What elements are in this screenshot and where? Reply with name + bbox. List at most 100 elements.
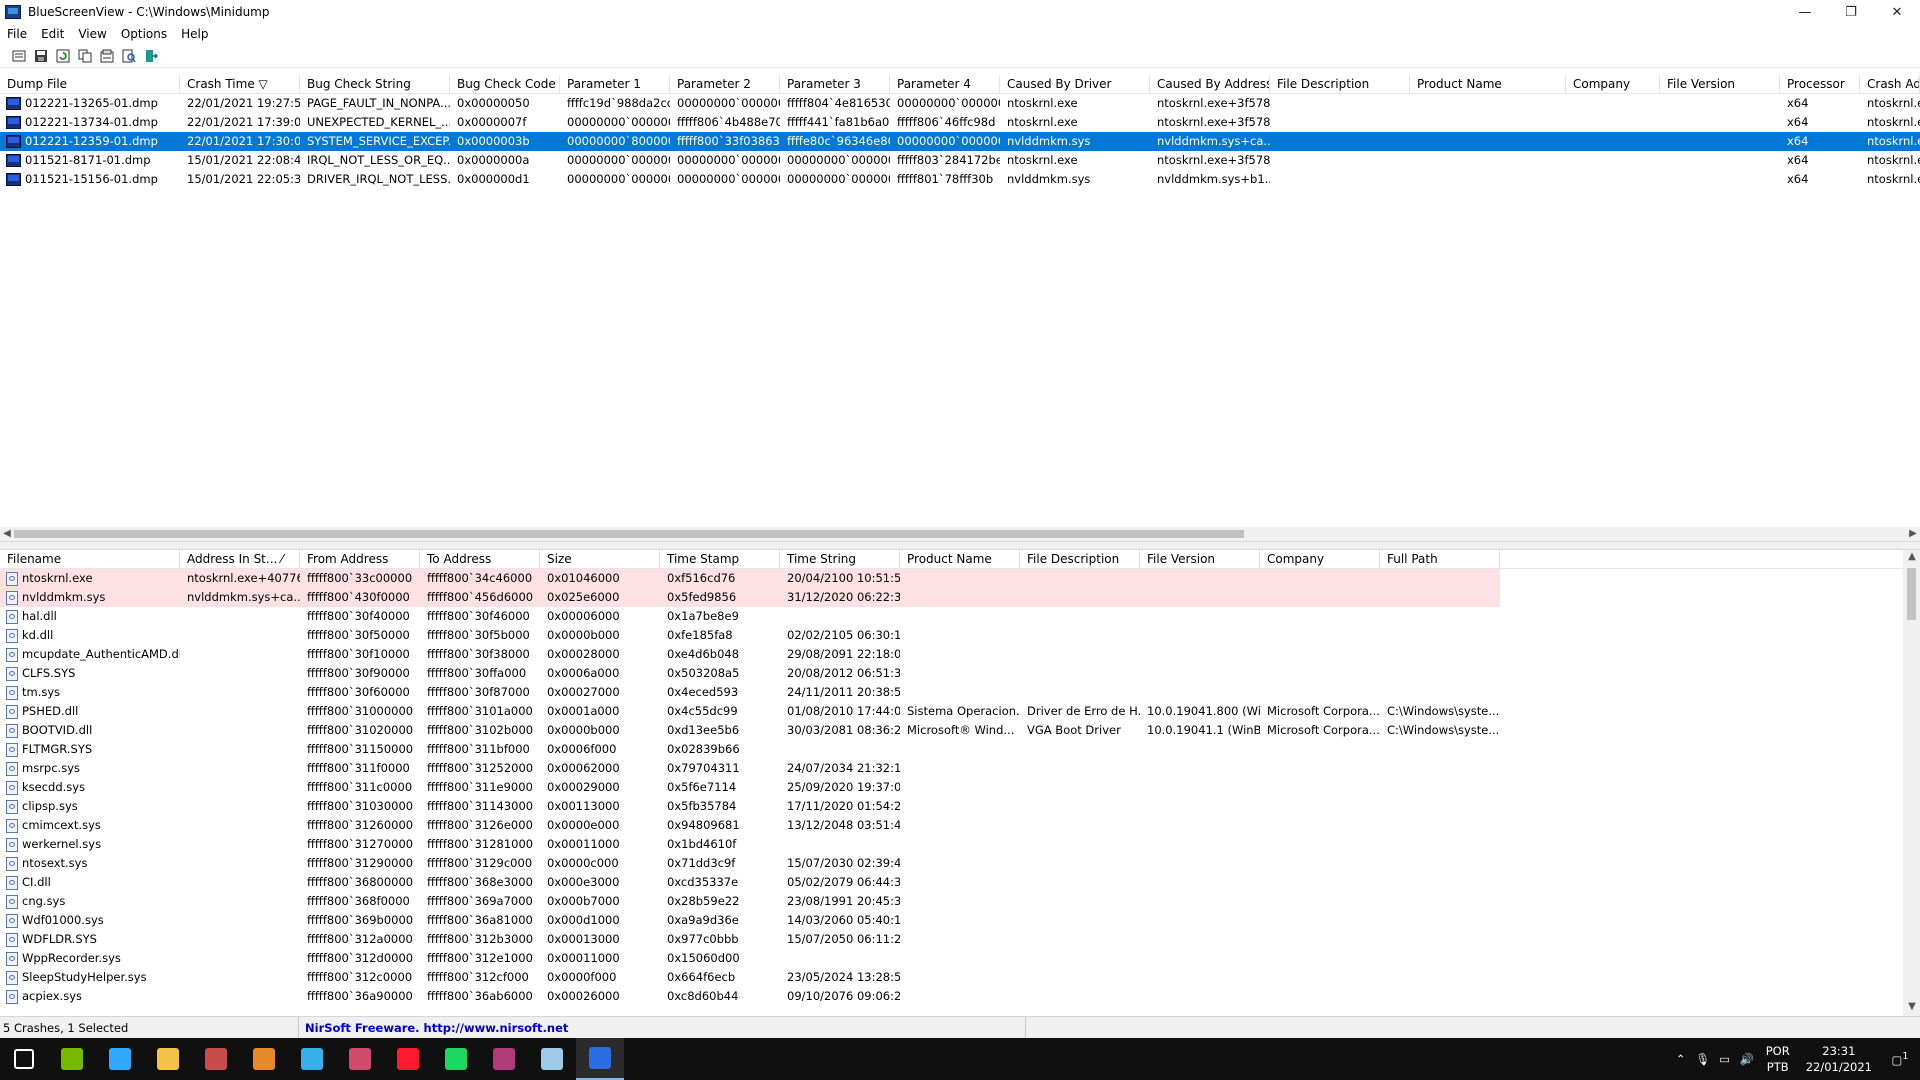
table-row[interactable]: ntoskrnl.exe ntoskrnl.exe+407769 fffff800`… <box>0 569 1920 588</box>
menu-file[interactable]: File <box>0 27 34 41</box>
table-row[interactable]: CLFS.SYS fffff800`30f90000 fffff800`30ffa0… <box>0 664 1920 683</box>
table-row[interactable]: mcupdate_AuthenticAMD.dll fffff800`30f100… <box>0 645 1920 664</box>
clock[interactable]: 23:31 22/01/2021 <box>1798 1043 1880 1075</box>
column-header[interactable]: Company <box>1566 75 1660 93</box>
column-header[interactable]: Caused By Driver <box>1000 75 1150 93</box>
table-row[interactable]: CI.dll fffff800`36800000 fffff800`368e3000… <box>0 873 1920 892</box>
show-hidden-icons-icon[interactable]: ⌃ <box>1670 1052 1692 1066</box>
nirsoft-link[interactable]: NirSoft Freeware. http://www.nirsoft.net <box>298 1017 1026 1039</box>
scroll-down-icon[interactable]: ▼ <box>1905 1000 1919 1014</box>
driver-list[interactable]: Filename Address In St... ⁄ From Address To… <box>0 550 1920 1016</box>
column-header[interactable]: Parameter 1 <box>560 75 670 93</box>
column-header[interactable]: Processor <box>1780 75 1860 93</box>
volume-icon[interactable]: 🔊 <box>1736 1052 1758 1066</box>
column-header[interactable]: Parameter 2 <box>670 75 780 93</box>
table-row[interactable]: acpiex.sys fffff800`36a90000 fffff800`36ab… <box>0 987 1920 1006</box>
scroll-thumb-vertical[interactable] <box>1907 568 1916 620</box>
scroll-thumb[interactable] <box>14 530 1244 538</box>
menu-options[interactable]: Options <box>114 27 174 41</box>
crash-list[interactable]: Dump File Crash Time ▽ Bug Check String Bug… <box>0 75 1920 541</box>
column-header[interactable]: Dump File <box>0 75 180 93</box>
column-header[interactable]: Time Stamp <box>660 550 780 568</box>
app-icon-3[interactable] <box>288 1038 336 1080</box>
column-header[interactable]: Size <box>540 550 660 568</box>
app-icon-1[interactable] <box>192 1038 240 1080</box>
close-button[interactable]: ✕ <box>1874 0 1920 24</box>
spotify-icon[interactable] <box>432 1038 480 1080</box>
column-header[interactable]: File Description <box>1270 75 1410 93</box>
scroll-right-icon[interactable]: ▶ <box>1906 527 1920 541</box>
column-header[interactable]: Parameter 4 <box>890 75 1000 93</box>
winrar-icon[interactable] <box>480 1038 528 1080</box>
nvidia-icon[interactable] <box>48 1038 96 1080</box>
copy-icon[interactable] <box>76 47 94 65</box>
menu-edit[interactable]: Edit <box>34 27 71 41</box>
table-row[interactable]: BOOTVID.dll fffff800`31020000 fffff800`310… <box>0 721 1920 740</box>
column-header[interactable]: Bug Check Code <box>450 75 560 93</box>
crash-list-horizontal-scrollbar[interactable]: ◀ ▶ <box>0 527 1920 541</box>
file-explorer-icon[interactable] <box>144 1038 192 1080</box>
table-row[interactable]: ksecdd.sys fffff800`311c0000 fffff800`311e… <box>0 778 1920 797</box>
column-header[interactable]: Product Name <box>1410 75 1566 93</box>
column-header[interactable]: File Version <box>1140 550 1260 568</box>
column-header[interactable]: Crash Address <box>1860 75 1920 93</box>
table-row[interactable]: 011521-8171-01.dmp 15/01/2021 22:08:41 IRQ… <box>0 151 1920 170</box>
scroll-up-icon[interactable]: ▲ <box>1905 550 1919 564</box>
table-row[interactable]: werkernel.sys fffff800`31270000 fffff800`3… <box>0 835 1920 854</box>
column-header[interactable]: Crash Time ▽ <box>180 75 300 93</box>
table-row[interactable]: hal.dll fffff800`30f40000 fffff800`30f4600… <box>0 607 1920 626</box>
language-indicator[interactable]: POR PTB <box>1758 1043 1798 1075</box>
column-header[interactable]: Bug Check String <box>300 75 450 93</box>
table-row[interactable]: ntosext.sys fffff800`31290000 fffff800`312… <box>0 854 1920 873</box>
table-row[interactable]: FLTMGR.SYS fffff800`31150000 fffff800`311b… <box>0 740 1920 759</box>
table-row[interactable]: nvlddmkm.sys nvlddmkm.sys+ca... fffff800`4… <box>0 588 1920 607</box>
app-icon-2[interactable] <box>240 1038 288 1080</box>
column-header[interactable]: Filename <box>0 550 180 568</box>
column-header[interactable]: Company <box>1260 550 1380 568</box>
refresh-icon[interactable] <box>54 47 72 65</box>
scroll-left-icon[interactable]: ◀ <box>0 527 14 541</box>
html-report-icon[interactable] <box>98 47 116 65</box>
table-row[interactable]: tm.sys fffff800`30f60000 fffff800`30f87000… <box>0 683 1920 702</box>
photoshop-icon[interactable] <box>96 1038 144 1080</box>
table-row[interactable]: 012221-13265-01.dmp 22/01/2021 19:27:58 PA… <box>0 94 1920 113</box>
table-row[interactable]: kd.dll fffff800`30f50000 fffff800`30f5b000… <box>0 626 1920 645</box>
table-row[interactable]: clipsp.sys fffff800`31030000 fffff800`3114… <box>0 797 1920 816</box>
table-row[interactable]: 012221-12359-01.dmp 22/01/2021 17:30:07 SY… <box>0 132 1920 151</box>
app-icon-5[interactable] <box>528 1038 576 1080</box>
table-row[interactable]: SleepStudyHelper.sys fffff800`312c0000 fff… <box>0 968 1920 987</box>
driver-list-vertical-scrollbar[interactable]: ▲ ▼ <box>1903 550 1920 1016</box>
table-row[interactable]: msrpc.sys fffff800`311f0000 fffff800`31252… <box>0 759 1920 778</box>
properties-icon[interactable] <box>10 47 28 65</box>
column-header[interactable]: File Version <box>1660 75 1780 93</box>
column-header[interactable]: Address In St... ⁄ <box>180 550 300 568</box>
find-icon[interactable] <box>120 47 138 65</box>
maximize-button[interactable]: ❐ <box>1828 0 1874 24</box>
bluescreenview-icon[interactable] <box>576 1038 624 1080</box>
network-icon[interactable]: ▭ <box>1714 1052 1736 1066</box>
table-row[interactable]: cmimcext.sys fffff800`31260000 fffff800`31… <box>0 816 1920 835</box>
start-button[interactable] <box>0 1038 48 1080</box>
column-header[interactable]: File Description <box>1020 550 1140 568</box>
menu-view[interactable]: View <box>71 27 113 41</box>
table-row[interactable]: 012221-13734-01.dmp 22/01/2021 17:39:08 UN… <box>0 113 1920 132</box>
column-header[interactable]: Parameter 3 <box>780 75 890 93</box>
table-row[interactable]: PSHED.dll fffff800`31000000 fffff800`3101a… <box>0 702 1920 721</box>
table-row[interactable]: WppRecorder.sys fffff800`312d0000 fffff800… <box>0 949 1920 968</box>
exit-icon[interactable] <box>142 47 160 65</box>
column-header[interactable]: From Address <box>300 550 420 568</box>
minimize-button[interactable]: — <box>1782 0 1828 24</box>
opera-icon[interactable] <box>384 1038 432 1080</box>
column-header[interactable]: Time String <box>780 550 900 568</box>
pane-splitter[interactable] <box>0 541 1920 550</box>
save-icon[interactable] <box>32 47 50 65</box>
app-icon-4[interactable] <box>336 1038 384 1080</box>
table-row[interactable]: WDFLDR.SYS fffff800`312a0000 fffff800`312b… <box>0 930 1920 949</box>
column-header[interactable]: Product Name <box>900 550 1020 568</box>
notification-center-icon[interactable]: ▢1 <box>1880 1051 1920 1067</box>
column-header[interactable]: Caused By Address <box>1150 75 1270 93</box>
menu-help[interactable]: Help <box>174 27 215 41</box>
table-row[interactable]: 011521-15156-01.dmp 15/01/2021 22:05:31 DR… <box>0 170 1920 189</box>
microphone-icon[interactable]: 🎙 <box>1692 1052 1714 1066</box>
table-row[interactable]: Wdf01000.sys fffff800`369b0000 fffff800`36… <box>0 911 1920 930</box>
